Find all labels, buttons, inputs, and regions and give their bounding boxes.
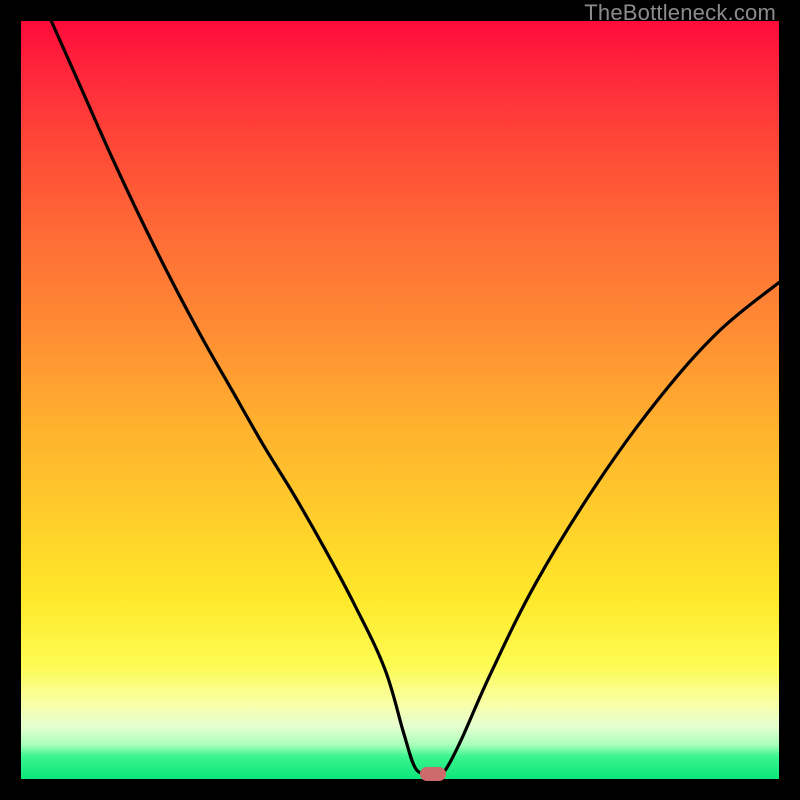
chart-frame: TheBottleneck.com: [0, 0, 800, 800]
gradient-background: [21, 21, 779, 779]
watermark-text: TheBottleneck.com: [584, 0, 776, 26]
min-marker: [420, 767, 446, 781]
